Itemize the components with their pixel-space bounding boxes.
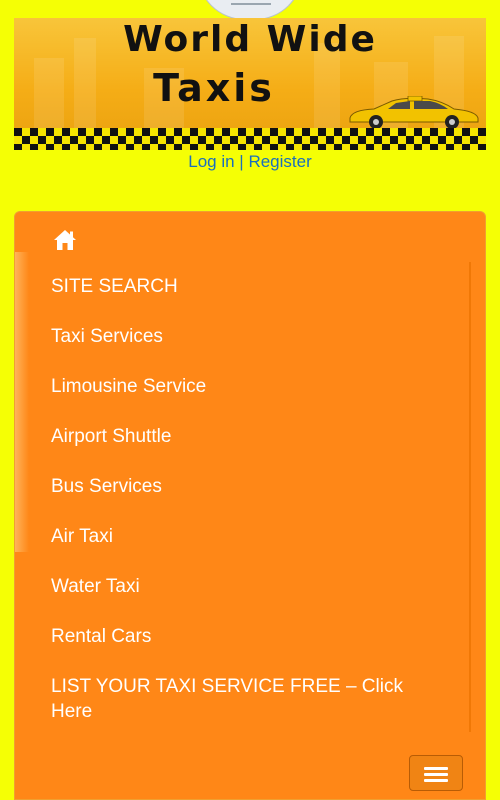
checkered-stripe: [14, 128, 486, 150]
home-icon[interactable]: [53, 229, 77, 251]
logo-title-line1: World Wide: [123, 19, 377, 60]
menu-item-rental-cars[interactable]: Rental Cars: [51, 624, 431, 649]
menu-item-site-search[interactable]: SITE SEARCH: [51, 274, 431, 299]
auth-links: Log in | Register: [0, 152, 500, 172]
menu-item-water-taxi[interactable]: Water Taxi: [51, 574, 431, 599]
menu-item-bus-services[interactable]: Bus Services: [51, 474, 431, 499]
menu-toggle-button[interactable]: [409, 755, 463, 791]
navigation-menu: SITE SEARCH Taxi Services Limousine Serv…: [14, 211, 486, 800]
menu-item-list-your-taxi-service[interactable]: LIST YOUR TAXI SERVICE FREE – Click Here: [51, 674, 431, 724]
menu-item-limousine-service[interactable]: Limousine Service: [51, 374, 431, 399]
taxi-car-icon: [349, 96, 479, 129]
menu-item-air-taxi[interactable]: Air Taxi: [51, 524, 431, 549]
auth-separator: |: [239, 152, 244, 171]
menu-item-airport-shuttle[interactable]: Airport Shuttle: [51, 424, 431, 449]
menu-item-taxi-services[interactable]: Taxi Services: [51, 324, 431, 349]
pull-down-tab[interactable]: [197, 0, 303, 20]
site-logo-banner: World Wide Taxis: [14, 18, 486, 150]
logo-title-line2: Taxis: [153, 66, 275, 110]
register-link[interactable]: Register: [248, 152, 311, 171]
login-link[interactable]: Log in: [188, 152, 234, 171]
